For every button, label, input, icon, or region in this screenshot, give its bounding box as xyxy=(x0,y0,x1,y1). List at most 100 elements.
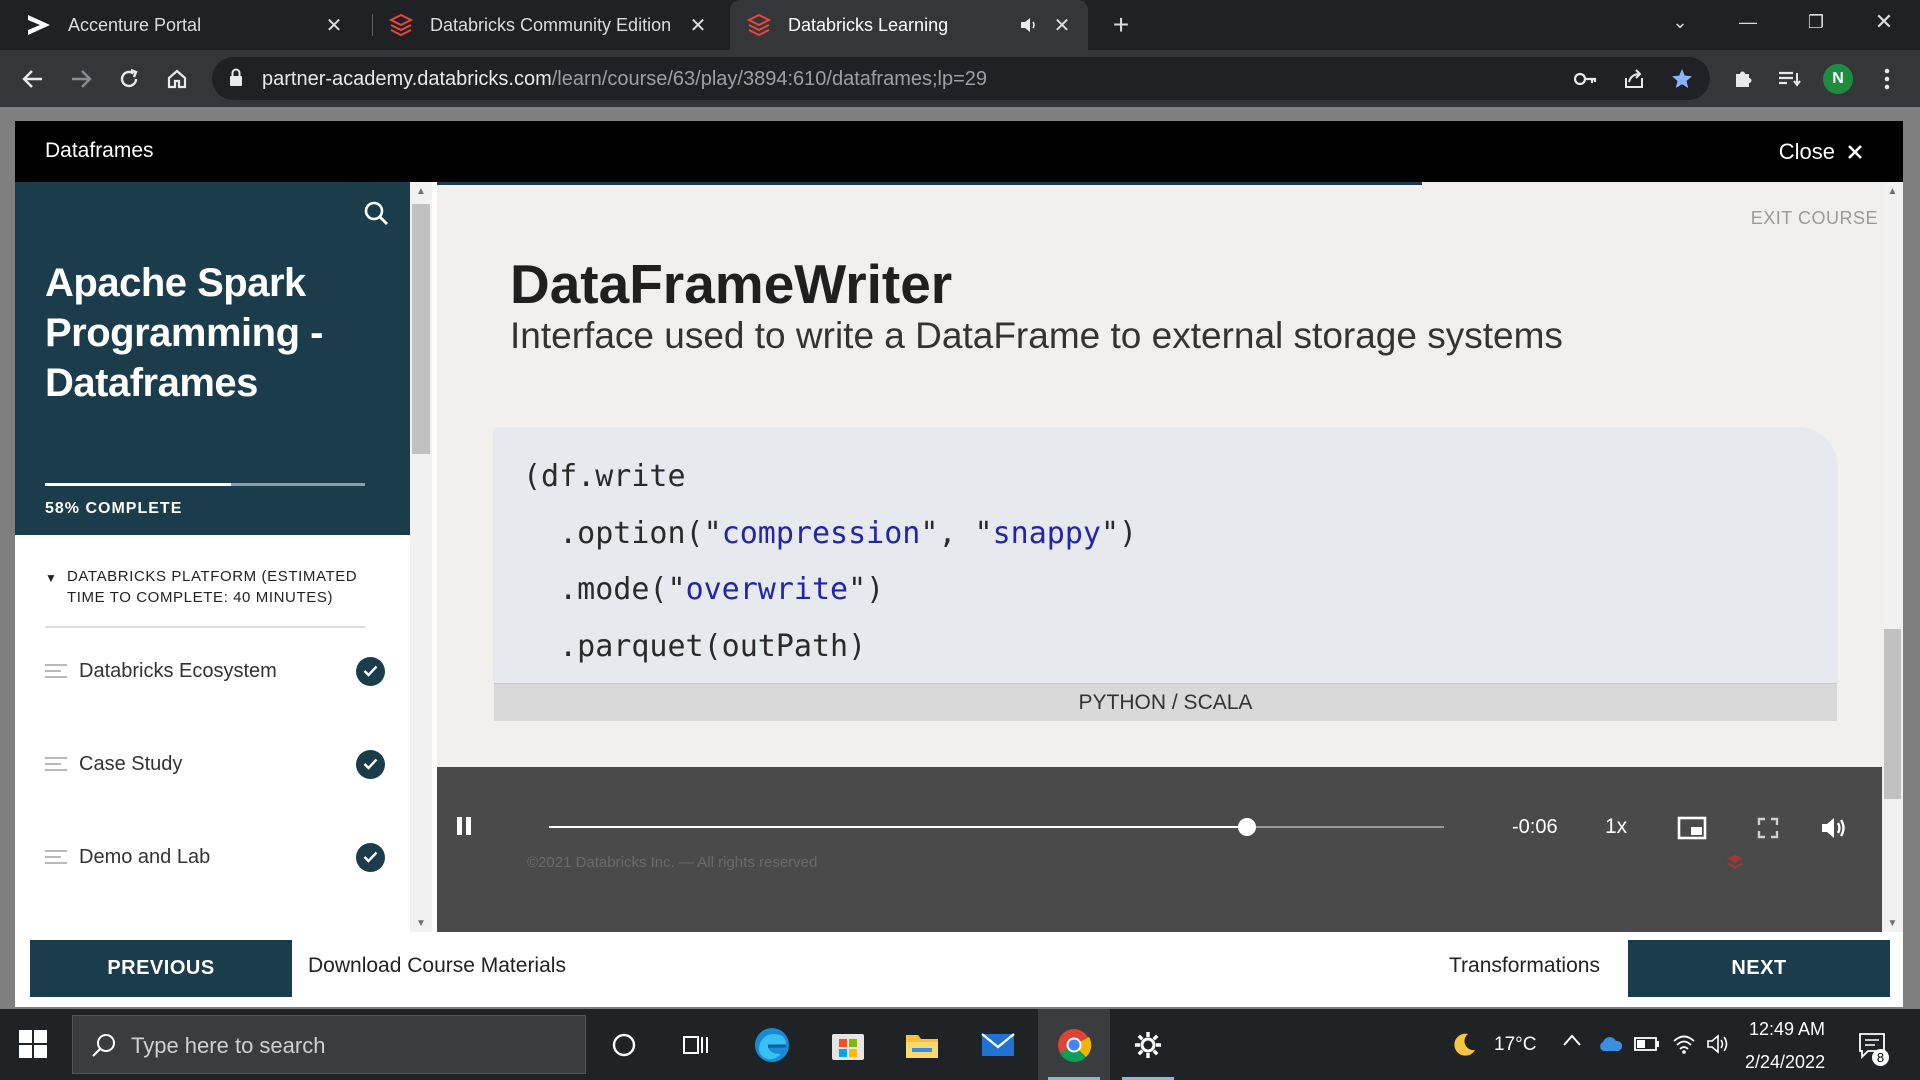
battery-icon[interactable] xyxy=(1634,1036,1660,1057)
share-icon[interactable] xyxy=(1620,65,1648,93)
fullscreen-icon[interactable] xyxy=(1753,813,1783,843)
course-outline-sidebar: Apache Spark Programming - Dataframes 58… xyxy=(15,182,410,932)
profile-avatar[interactable]: N xyxy=(1823,64,1853,94)
scroll-down-icon[interactable]: ▼ xyxy=(1882,914,1903,932)
course-player-modal: Dataframes Close Apache Spark Programmin… xyxy=(15,121,1903,1007)
settings-gear-icon[interactable] xyxy=(1112,1009,1184,1080)
modal-title: Dataframes xyxy=(45,139,154,162)
clock-date[interactable]: 2/24/2022 xyxy=(1745,1052,1825,1073)
lesson-label: Databricks Ecosystem xyxy=(79,659,277,682)
weather-temperature[interactable]: 17°C xyxy=(1494,1034,1536,1056)
clock-time[interactable]: 12:49 AM xyxy=(1749,1019,1825,1040)
search-icon xyxy=(91,1032,117,1063)
exit-course-link[interactable]: EXIT COURSE xyxy=(1751,208,1878,229)
lesson-label: Demo and Lab xyxy=(79,845,211,868)
close-icon xyxy=(1848,145,1862,159)
speaker-icon[interactable] xyxy=(1020,17,1042,33)
task-view-icon[interactable] xyxy=(660,1009,732,1080)
scrollbar-thumb[interactable] xyxy=(412,204,430,454)
lock-icon[interactable] xyxy=(228,68,244,93)
close-tab-icon[interactable]: ✕ xyxy=(686,13,710,37)
playback-speed-button[interactable]: 1x xyxy=(1605,815,1627,839)
back-icon[interactable] xyxy=(16,62,50,96)
lesson-label: Case Study xyxy=(79,752,183,775)
next-lesson-title[interactable]: Transformations xyxy=(1449,954,1600,978)
chrome-icon[interactable] xyxy=(1038,1009,1110,1080)
section-heading[interactable]: ▼ DATABRICKS PLATFORM (ESTIMATED TIME TO… xyxy=(45,566,365,628)
key-icon[interactable] xyxy=(1572,65,1600,93)
lesson-footer: PREVIOUS Download Course Materials Trans… xyxy=(15,932,1903,1007)
content-scrollbar[interactable]: ▲ ▼ xyxy=(1882,182,1903,932)
accenture-icon xyxy=(26,12,52,38)
check-icon xyxy=(356,749,385,779)
previous-button[interactable]: PREVIOUS xyxy=(30,940,292,997)
lesson-demo-and-lab[interactable]: Demo and Lab xyxy=(45,837,385,877)
new-tab-button[interactable]: + xyxy=(1106,9,1136,40)
databricks-icon xyxy=(746,12,772,38)
modal-header: Dataframes Close xyxy=(15,121,1903,182)
lesson-text-icon xyxy=(45,846,67,868)
file-explorer-icon[interactable] xyxy=(886,1009,958,1080)
microsoft-store-icon[interactable] xyxy=(812,1009,884,1080)
bookmark-star-icon[interactable] xyxy=(1668,65,1696,93)
wifi-icon[interactable] xyxy=(1672,1034,1696,1059)
minimize-icon[interactable]: — xyxy=(1718,0,1778,44)
cortana-icon[interactable] xyxy=(588,1009,660,1080)
onedrive-cloud-icon[interactable] xyxy=(1597,1035,1623,1058)
search-placeholder: Type here to search xyxy=(131,1033,326,1058)
reload-icon[interactable] xyxy=(112,62,146,96)
address-bar[interactable]: partner-academy.databricks.com/learn/cou… xyxy=(212,57,1710,100)
download-materials-link[interactable]: Download Course Materials xyxy=(308,954,566,978)
lesson-case-study[interactable]: Case Study xyxy=(45,744,385,784)
lesson-text-icon xyxy=(45,753,67,775)
extensions-puzzle-icon[interactable] xyxy=(1726,62,1760,96)
window-close-icon[interactable]: ✕ xyxy=(1854,0,1914,44)
scrubber-played xyxy=(549,826,1248,828)
edge-icon[interactable] xyxy=(736,1009,808,1080)
browser-tab-bar: Accenture Portal ✕ Databricks Community … xyxy=(0,0,1920,50)
tab-databricks-community[interactable]: Databricks Community Edition ✕ xyxy=(362,0,724,50)
volume-icon[interactable] xyxy=(1819,813,1849,843)
course-progress-fill xyxy=(45,483,231,486)
scroll-up-icon[interactable]: ▲ xyxy=(1882,182,1903,200)
tab-databricks-learning[interactable]: Databricks Learning ✕ xyxy=(730,0,1088,50)
close-label: Close xyxy=(1778,139,1835,164)
databricks-icon xyxy=(388,12,414,38)
scroll-down-icon[interactable]: ▼ xyxy=(410,914,432,932)
language-label: PYTHON / SCALA xyxy=(494,683,1837,721)
scrollbar-thumb[interactable] xyxy=(1884,629,1901,799)
close-button[interactable]: Close xyxy=(1779,139,1863,165)
pause-icon[interactable] xyxy=(455,815,473,842)
next-button[interactable]: NEXT xyxy=(1628,940,1890,997)
scroll-up-icon[interactable]: ▲ xyxy=(410,182,432,200)
section-heading-label: DATABRICKS PLATFORM (ESTIMATED TIME TO C… xyxy=(67,568,358,606)
code-block: (df.write .option("compression", "snappy… xyxy=(493,427,1838,720)
scrubber-handle[interactable] xyxy=(1238,818,1257,836)
close-tab-icon[interactable]: ✕ xyxy=(1050,13,1074,37)
home-icon[interactable] xyxy=(160,62,194,96)
volume-icon[interactable] xyxy=(1706,1034,1730,1059)
browser-toolbar: partner-academy.databricks.com/learn/cou… xyxy=(0,50,1920,107)
course-header: Apache Spark Programming - Dataframes 58… xyxy=(15,182,410,535)
copyright-text: ©2021 Databricks Inc. — All rights reser… xyxy=(527,854,818,871)
notification-count-badge: 8 xyxy=(1872,1049,1889,1066)
reading-list-icon[interactable] xyxy=(1772,62,1806,96)
forward-icon[interactable] xyxy=(64,62,98,96)
caret-down-icon: ▼ xyxy=(45,571,58,585)
search-icon[interactable] xyxy=(363,200,389,231)
tab-accenture-portal[interactable]: Accenture Portal ✕ xyxy=(0,0,360,50)
weather-moon-icon[interactable] xyxy=(1450,1031,1478,1064)
chevron-up-icon[interactable] xyxy=(1562,1033,1582,1052)
tab-label: Databricks Learning xyxy=(788,14,949,35)
video-scrubber[interactable] xyxy=(549,818,1444,836)
picture-in-picture-icon[interactable] xyxy=(1677,813,1707,843)
windows-start-icon[interactable] xyxy=(18,1029,48,1064)
taskbar-search-box[interactable]: Type here to search xyxy=(72,1015,586,1074)
menu-dots-icon[interactable] xyxy=(1870,62,1904,96)
lesson-databricks-ecosystem[interactable]: Databricks Ecosystem xyxy=(45,651,385,691)
mail-icon[interactable] xyxy=(962,1009,1034,1080)
restore-icon[interactable]: ❐ xyxy=(1786,0,1846,44)
sidebar-scrollbar[interactable]: ▲ ▼ xyxy=(410,182,432,932)
close-tab-icon[interactable]: ✕ xyxy=(322,13,346,37)
tab-search-icon[interactable]: ⌄ xyxy=(1650,0,1710,44)
